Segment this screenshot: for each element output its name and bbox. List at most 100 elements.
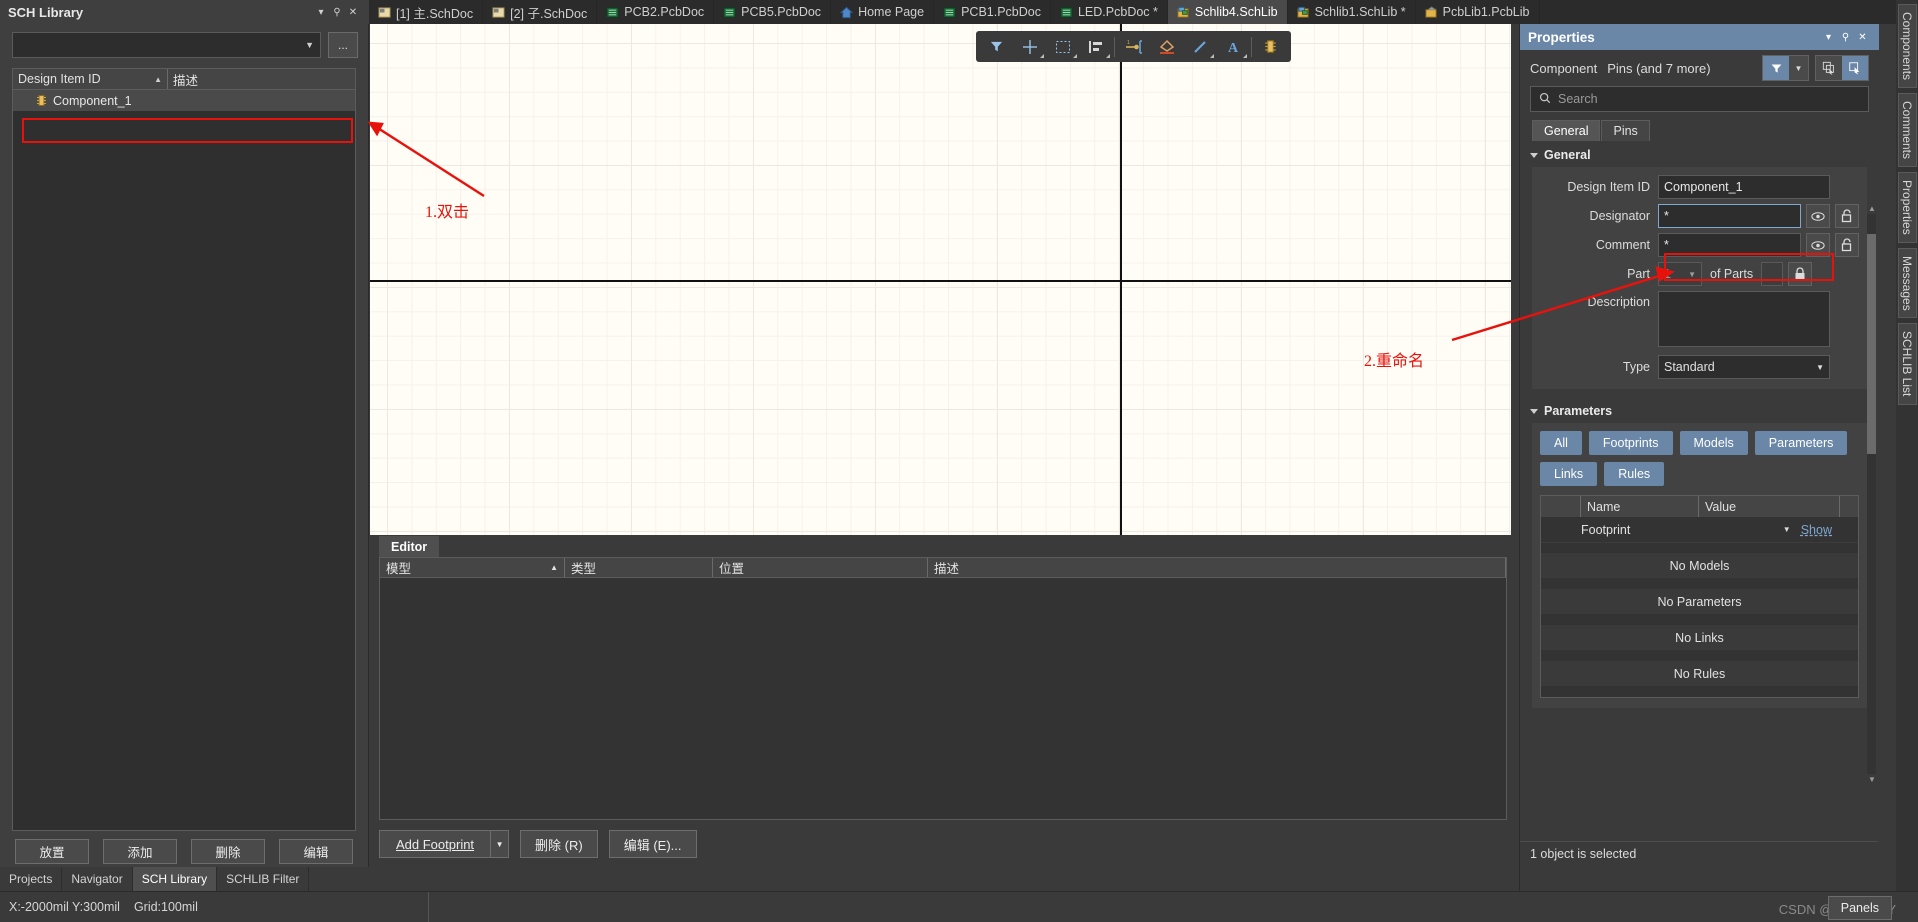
document-tab-5[interactable]: PCB1.PcbDoc — [934, 0, 1051, 24]
column-header-type[interactable]: 类型 — [565, 558, 713, 577]
add-footprint-button[interactable]: Add Footprint ▼ — [379, 830, 510, 858]
column-header-position[interactable]: 位置 — [713, 558, 928, 577]
bottom-tab-projects[interactable]: Projects — [0, 867, 63, 891]
scroll-down-icon[interactable]: ▼ — [1868, 775, 1876, 784]
document-tab-2[interactable]: PCB2.PcbDoc — [597, 0, 715, 24]
properties-scrollbar[interactable]: ▲ ▼ — [1867, 204, 1876, 784]
document-tab-7[interactable]: Schlib4.SchLib — [1167, 0, 1288, 24]
panel-menu-chevron-down-icon[interactable]: ▾ — [1820, 32, 1837, 43]
vertical-tab-messages[interactable]: Messages — [1898, 247, 1917, 319]
document-tab-0[interactable]: [1] 主.SchDoc — [369, 0, 484, 24]
place-text-icon[interactable]: A — [1216, 33, 1249, 60]
column-header-description[interactable]: 描述 — [928, 558, 1506, 577]
description-textarea[interactable] — [1658, 291, 1830, 347]
properties-status-text: 1 object is selected — [1520, 841, 1878, 865]
scroll-up-icon[interactable]: ▲ — [1868, 204, 1876, 213]
library-browse-button[interactable]: ... — [328, 32, 358, 58]
chevron-down-icon[interactable]: ▼ — [1783, 525, 1791, 534]
comment-input[interactable]: * — [1658, 233, 1801, 257]
place-line-icon[interactable] — [1183, 33, 1216, 60]
place-component-icon[interactable] — [1254, 33, 1287, 60]
panel-close-icon[interactable]: ✕ — [1854, 32, 1871, 43]
general-section-header[interactable]: General — [1520, 141, 1879, 167]
parameter-filter-footprints[interactable]: Footprints — [1588, 431, 1673, 455]
object-scope-label[interactable]: Pins (and 7 more) — [1607, 61, 1710, 76]
tab-editor[interactable]: Editor — [379, 536, 440, 557]
parameters-section-header[interactable]: Parameters — [1520, 397, 1879, 423]
vertical-tab-components[interactable]: Components — [1898, 4, 1917, 89]
eye-icon[interactable] — [1806, 233, 1830, 257]
bottom-tab-sch-library[interactable]: SCH Library — [132, 867, 218, 891]
chevron-down-icon[interactable]: ▼ — [490, 831, 508, 857]
place-pin-icon[interactable]: 1 — [1117, 33, 1150, 60]
tab-general[interactable]: General — [1532, 120, 1601, 141]
column-header-value[interactable]: Value — [1699, 496, 1840, 517]
chevron-down-icon[interactable]: ▼ — [1789, 56, 1808, 80]
part-select[interactable]: 1 ▼ — [1658, 262, 1702, 286]
properties-toolbar: ▼ — [1762, 55, 1869, 81]
parameter-filter-models[interactable]: Models — [1679, 431, 1748, 455]
sch-library-button-2[interactable]: 删除 — [191, 839, 265, 864]
column-header-model[interactable]: 模型 ▲ — [380, 558, 565, 577]
designator-input[interactable]: * — [1658, 204, 1801, 228]
crosshair-icon[interactable] — [1013, 33, 1046, 60]
parameter-filter-parameters[interactable]: Parameters — [1754, 431, 1848, 455]
footprint-show-link[interactable]: Show — [1801, 523, 1832, 537]
sch-library-button-0[interactable]: 放置 — [15, 839, 89, 864]
unlock-icon[interactable] — [1835, 233, 1859, 257]
document-tab-3[interactable]: PCB5.PcbDoc — [714, 0, 832, 24]
library-selector-row: ▼ ... — [0, 24, 368, 64]
library-combo[interactable]: ▼ — [12, 32, 321, 58]
sch-library-button-3[interactable]: 编辑 — [279, 839, 353, 864]
parameter-filter-rules[interactable]: Rules — [1604, 462, 1665, 486]
panels-button[interactable]: Panels — [1827, 896, 1892, 920]
column-header-name[interactable]: Name — [1581, 496, 1699, 517]
model-grid-body[interactable] — [380, 578, 1506, 819]
column-header-description[interactable]: 描述 — [168, 69, 203, 89]
vertical-tab-schlib-list[interactable]: SCHLIB List — [1898, 323, 1917, 405]
object-type-label[interactable]: Component — [1530, 61, 1597, 76]
type-select[interactable]: Standard ▼ — [1658, 355, 1830, 379]
panel-close-icon[interactable]: ✕ — [345, 3, 361, 21]
schlib-icon — [1177, 6, 1190, 19]
filter-icon[interactable] — [980, 33, 1013, 60]
selection-rect-icon[interactable] — [1046, 33, 1079, 60]
editor-button-2[interactable]: 编辑 (E)... — [608, 830, 697, 858]
scrollbar-thumb[interactable] — [1867, 234, 1876, 454]
field-label: Description — [1587, 295, 1650, 309]
parameter-filter-links[interactable]: Links — [1540, 462, 1598, 486]
column-header-design-item-id[interactable]: Design Item ID ▲ — [13, 69, 168, 89]
vertical-tab-properties[interactable]: Properties — [1898, 172, 1917, 243]
select-pointer-icon[interactable] — [1842, 56, 1868, 80]
document-tab-label: Schlib4.SchLib — [1194, 5, 1278, 19]
align-icon[interactable] — [1079, 33, 1112, 60]
table-row[interactable]: Footprint ▼ Show — [1541, 517, 1858, 543]
select-all-icon[interactable] — [1816, 56, 1842, 80]
tab-pins[interactable]: Pins — [1601, 120, 1650, 141]
panel-pin-icon[interactable]: ⚲ — [1837, 32, 1854, 43]
schematic-library-canvas[interactable] — [370, 24, 1511, 535]
filter-icon[interactable] — [1763, 56, 1789, 80]
model-editor-buttons: Add Footprint ▼ 删除 (R) 编辑 (E)... — [379, 830, 697, 858]
document-tab-1[interactable]: [2] 子.SchDoc — [483, 0, 598, 24]
editor-button-1[interactable]: 删除 (R) — [520, 830, 598, 858]
table-row[interactable]: Component_1 — [13, 90, 355, 111]
document-tab-6[interactable]: LED.PcbDoc * — [1051, 0, 1168, 24]
sch-library-button-1[interactable]: 添加 — [103, 839, 177, 864]
parameter-filter-all[interactable]: All — [1540, 431, 1582, 455]
document-tab-4[interactable]: Home Page — [831, 0, 935, 24]
design-item-id-input[interactable]: Component_1 — [1658, 175, 1830, 199]
panel-menu-chevron-down-icon[interactable]: ▾ — [313, 3, 329, 21]
vertical-tab-comments[interactable]: Comments — [1898, 93, 1917, 168]
eye-icon[interactable] — [1806, 204, 1830, 228]
column-label: 位置 — [719, 562, 745, 576]
document-tab-9[interactable]: PcbLib1.PcbLib — [1416, 0, 1540, 24]
document-tab-8[interactable]: Schlib1.SchLib * — [1288, 0, 1416, 24]
bottom-tab-schlib-filter[interactable]: SCHLIB Filter — [217, 867, 310, 891]
panel-pin-icon[interactable]: ⚲ — [329, 3, 345, 21]
lock-icon[interactable] — [1788, 262, 1813, 286]
place-polygon-icon[interactable] — [1150, 33, 1183, 60]
search-input[interactable]: Search — [1530, 86, 1869, 112]
unlock-icon[interactable] — [1835, 204, 1859, 228]
bottom-tab-navigator[interactable]: Navigator — [62, 867, 133, 891]
